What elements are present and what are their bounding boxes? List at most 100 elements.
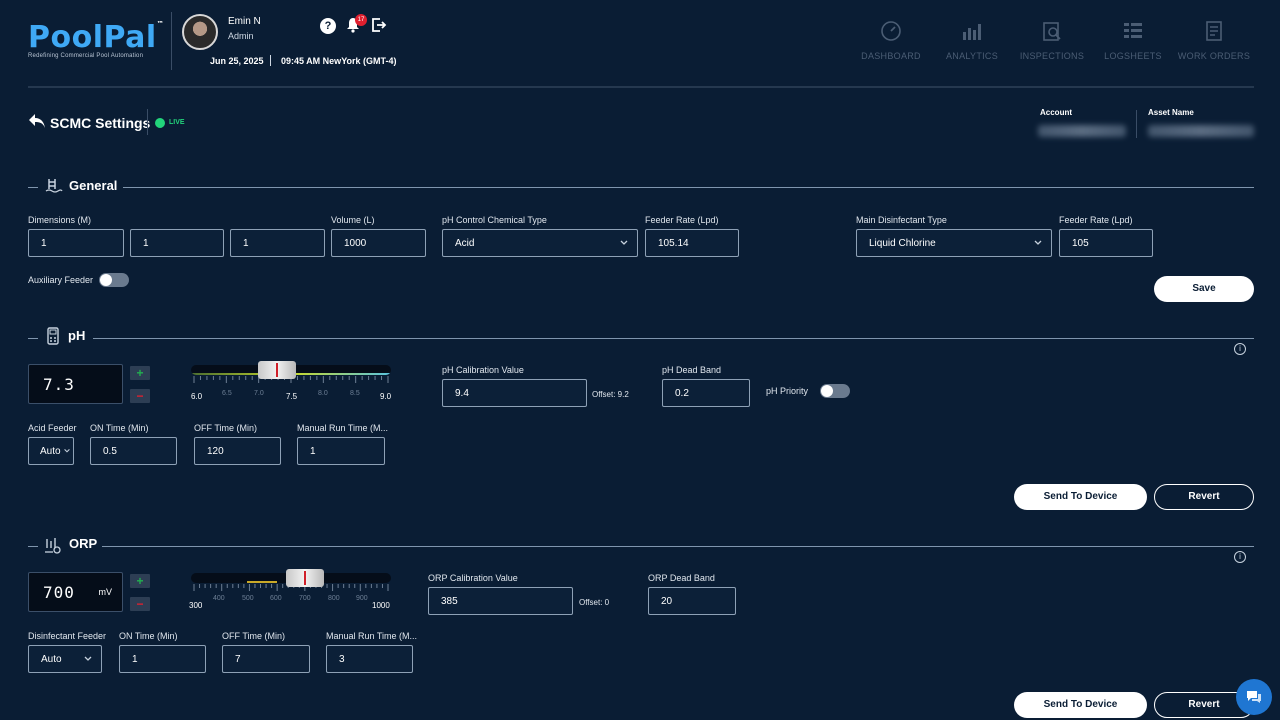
help-icon[interactable]: ? (320, 18, 336, 34)
dimension-length-input[interactable]: 1 (28, 229, 124, 257)
section-title-ph: pH (68, 328, 86, 343)
orp-deadband-input[interactable]: 20 (648, 587, 736, 615)
orp-decrement-button[interactable]: − (130, 597, 150, 611)
orp-on-time-label: ON Time (Min) (119, 631, 178, 641)
orp-reading-display: 700 mV (28, 572, 123, 612)
orp-increment-button[interactable]: + (130, 574, 150, 588)
orp-range-band (247, 581, 277, 583)
ph-info-icon[interactable]: i (1234, 343, 1246, 355)
section-line (28, 546, 38, 547)
orp-slider-thumb[interactable] (286, 569, 324, 587)
logout-icon[interactable] (371, 17, 387, 38)
volume-input[interactable]: 1000 (331, 229, 426, 257)
title-divider (147, 109, 148, 135)
ph-priority-label: pH Priority (766, 386, 809, 396)
nav-label: WORK ORDERS (1177, 51, 1251, 61)
section-title-orp: ORP (69, 536, 98, 551)
save-button[interactable]: Save (1154, 276, 1254, 302)
ph-manual-run-input[interactable]: 1 (297, 437, 385, 465)
orp-send-to-device-button[interactable]: Send To Device (1014, 692, 1147, 718)
ph-off-time-label: OFF Time (Min) (194, 423, 257, 433)
disinfectant-feeder-value: Auto (41, 653, 62, 665)
gauge-icon (881, 21, 901, 41)
dimension-width-input[interactable]: 1 (130, 229, 224, 257)
orp-unit: mV (98, 587, 113, 597)
ph-tick-label: 7.5 (286, 392, 298, 401)
orp-tick-label: 400 (213, 595, 225, 602)
live-status-dot (155, 118, 165, 128)
ph-scale-min: 6.0 (191, 392, 203, 401)
current-time: 09:45 AM NewYork (GMT-4) (281, 56, 397, 66)
notification-badge: 17 (355, 14, 367, 26)
ph-deadband-input[interactable]: 0.2 (662, 379, 750, 407)
section-title-general: General (69, 178, 118, 193)
orp-calibration-input[interactable]: 385 (428, 587, 573, 615)
account-label: Account (1040, 108, 1072, 117)
ph-increment-button[interactable]: + (130, 366, 150, 380)
account-divider (1136, 110, 1137, 138)
ph-chemical-type-select[interactable]: Acid (442, 229, 638, 257)
date-time-divider (270, 55, 271, 66)
orp-manual-run-input[interactable]: 3 (326, 645, 413, 673)
work-orders-icon (1206, 21, 1222, 41)
avatar[interactable] (182, 14, 218, 50)
header-divider (171, 12, 172, 70)
logsheets-icon (1124, 23, 1142, 38)
auxiliary-feeder-label: Auxiliary Feeder (28, 275, 94, 285)
feeder-rate-input[interactable]: 105.14 (645, 229, 739, 257)
nav-inspections[interactable]: INSPECTIONS (1012, 20, 1092, 61)
section-line (93, 338, 1254, 339)
disinfectant-feeder-select[interactable]: Auto (28, 645, 102, 673)
ph-tick-label: 6.5 (222, 390, 232, 397)
acid-feeder-select[interactable]: Auto (28, 437, 74, 465)
orp-deadband-label: ORP Dead Band (648, 573, 715, 583)
ph-tick-label: 7.0 (254, 390, 264, 397)
orp-info-icon[interactable]: i (1234, 551, 1246, 563)
current-date: Jun 25, 2025 (210, 56, 264, 66)
acid-feeder-label: Acid Feeder (28, 423, 77, 433)
ph-send-to-device-button[interactable]: Send To Device (1014, 484, 1147, 510)
auxiliary-feeder-toggle[interactable] (99, 273, 129, 287)
ph-tick-label: 8.5 (350, 390, 360, 397)
ph-deadband-label: pH Dead Band (662, 365, 722, 375)
orp-scale-max: 1000 (372, 601, 390, 610)
disinfectant-type-select[interactable]: Liquid Chlorine (856, 229, 1052, 257)
inspections-icon (1043, 22, 1061, 41)
orp-on-time-input[interactable]: 1 (119, 645, 206, 673)
chevron-down-icon (84, 656, 92, 661)
nav-dashboard[interactable]: DASHBOARD (851, 20, 931, 61)
orp-scale-min: 300 (189, 601, 203, 610)
nav-analytics[interactable]: ANALYTICS (932, 20, 1012, 61)
chat-bubble-icon[interactable] (1236, 679, 1272, 715)
ph-offset-text: Offset: 9.2 (592, 390, 629, 399)
ph-on-time-label: ON Time (Min) (90, 423, 149, 433)
ph-chemical-type-label: pH Control Chemical Type (442, 215, 547, 225)
page-title: SCMC Settings (50, 115, 151, 131)
orp-calibration-label: ORP Calibration Value (428, 573, 518, 583)
chevron-down-icon (620, 240, 628, 245)
feeder-rate-2-label: Feeder Rate (Lpd) (1059, 215, 1133, 225)
ph-calibration-input[interactable]: 9.4 (442, 379, 587, 407)
feeder-rate-label: Feeder Rate (Lpd) (645, 215, 719, 225)
asset-name-label: Asset Name (1148, 108, 1194, 117)
orp-probe-icon (44, 536, 62, 559)
ph-revert-button[interactable]: Revert (1154, 484, 1254, 510)
back-arrow-icon[interactable] (28, 113, 46, 134)
orp-off-time-input[interactable]: 7 (222, 645, 310, 673)
dimension-depth-input[interactable]: 1 (230, 229, 325, 257)
ph-priority-toggle[interactable] (820, 384, 850, 398)
nav-label: LOGSHEETS (1104, 51, 1162, 61)
dimensions-label: Dimensions (M) (28, 215, 92, 225)
nav-logsheets[interactable]: LOGSHEETS (1093, 20, 1173, 61)
disinfectant-type-label: Main Disinfectant Type (856, 215, 947, 225)
ph-tick-label: 8.0 (318, 390, 328, 397)
brand-tagline: Redefining Commercial Pool Automation (28, 53, 144, 59)
ph-slider-thumb[interactable] (258, 361, 296, 379)
ph-on-time-input[interactable]: 0.5 (90, 437, 177, 465)
brand-logo[interactable]: PoolPal™ (28, 20, 164, 55)
ph-decrement-button[interactable]: − (130, 389, 150, 403)
feeder-rate-2-input[interactable]: 105 (1059, 229, 1153, 257)
nav-work-orders[interactable]: WORK ORDERS (1174, 20, 1254, 61)
acid-feeder-value: Auto (40, 445, 61, 457)
ph-off-time-input[interactable]: 120 (194, 437, 281, 465)
